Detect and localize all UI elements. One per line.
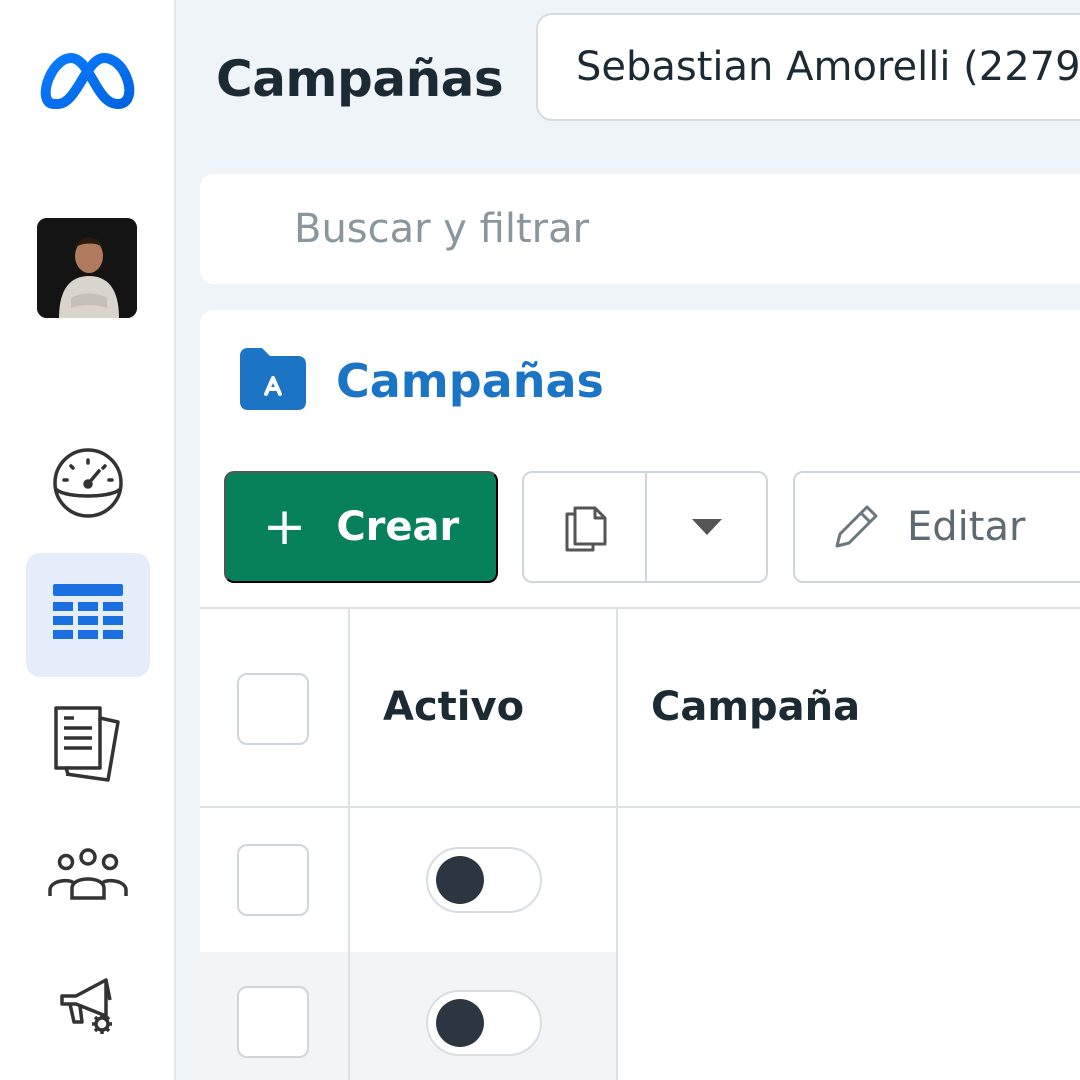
dashboard-gauge-icon[interactable] xyxy=(26,421,150,545)
ads-manager-window: Campañas Sebastian Amorelli (22792 Campa… xyxy=(0,0,1080,1080)
create-button[interactable]: + Crear xyxy=(224,471,498,583)
table-top-rule xyxy=(200,607,1080,609)
duplicate-icon xyxy=(565,506,606,552)
toggle-knob xyxy=(436,999,484,1047)
select-all-checkbox[interactable] xyxy=(237,673,309,745)
col-divider-1 xyxy=(348,608,350,1080)
create-button-label: Crear xyxy=(336,504,460,550)
campaigns-table-icon[interactable] xyxy=(26,553,150,677)
ad-account-selector[interactable]: Sebastian Amorelli (22792 xyxy=(536,13,1080,121)
table-header-rule xyxy=(200,806,1080,808)
row-checkbox[interactable] xyxy=(237,844,309,916)
edit-button-label: Editar xyxy=(907,504,1026,550)
campaigns-panel: Campañas + Crear Editar Activo Campaña xyxy=(200,310,1080,1080)
audiences-icon[interactable] xyxy=(26,813,150,937)
col-divider-2b xyxy=(616,806,618,1080)
active-toggle[interactable] xyxy=(426,990,542,1056)
edit-button[interactable]: Editar xyxy=(793,471,1080,583)
search-filter-bar[interactable] xyxy=(200,174,1080,284)
search-input[interactable] xyxy=(294,194,1054,264)
col-divider-2 xyxy=(616,608,618,808)
duplicate-options-button[interactable] xyxy=(646,471,768,583)
left-nav-rail xyxy=(0,0,176,1080)
active-toggle[interactable] xyxy=(426,847,542,913)
page-title: Campañas xyxy=(216,50,504,108)
avatar[interactable] xyxy=(37,218,137,318)
column-header-campaign[interactable]: Campaña xyxy=(651,684,860,730)
toggle-knob xyxy=(436,856,484,904)
column-header-active[interactable]: Activo xyxy=(383,684,524,730)
pencil-icon xyxy=(835,505,878,548)
campaign-folder-icon xyxy=(240,348,306,410)
caret-down-icon xyxy=(691,519,722,535)
duplicate-button[interactable] xyxy=(522,471,646,583)
row-checkbox[interactable] xyxy=(237,986,309,1058)
plus-icon: + xyxy=(262,497,307,557)
ad-account-name: Sebastian Amorelli (22792 xyxy=(576,44,1080,90)
section-title: Campañas xyxy=(336,354,604,408)
meta-logo-icon[interactable] xyxy=(40,46,136,116)
ad-megaphone-icon[interactable] xyxy=(26,942,150,1066)
documents-icon[interactable] xyxy=(26,682,150,806)
